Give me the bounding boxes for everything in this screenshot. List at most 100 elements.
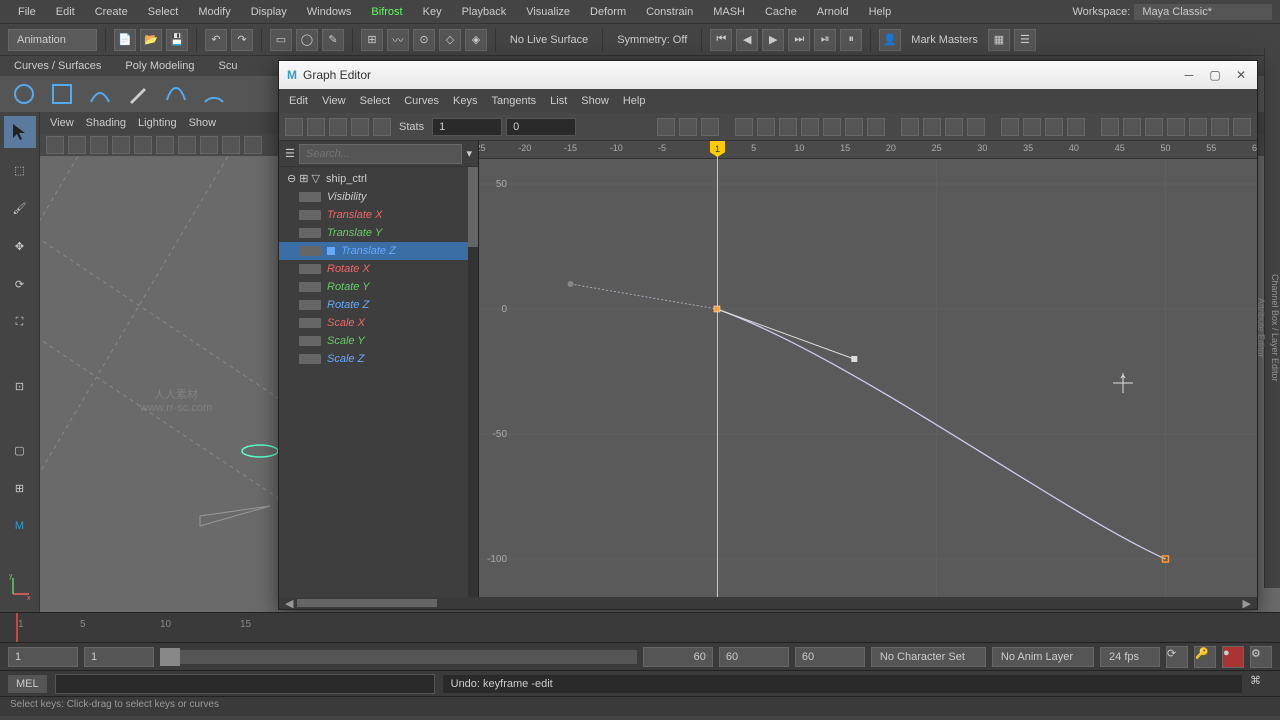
lasso-icon[interactable]: ◯ xyxy=(296,29,318,51)
undo-icon[interactable]: ↶ xyxy=(205,29,227,51)
value-snap-icon[interactable] xyxy=(1211,118,1229,136)
channel-translate-x[interactable]: Translate X xyxy=(279,206,478,224)
menu-cache[interactable]: Cache xyxy=(755,2,807,22)
snap-plane-icon[interactable]: ◇ xyxy=(439,29,461,51)
lock-weight-icon[interactable] xyxy=(967,118,985,136)
time-snap-icon[interactable] xyxy=(1189,118,1207,136)
vp-icon[interactable] xyxy=(222,136,240,154)
select-tool[interactable] xyxy=(4,116,36,148)
menu-windows[interactable]: Windows xyxy=(297,2,362,22)
current-frame-input[interactable] xyxy=(795,647,865,667)
ge-menu-tangents[interactable]: Tangents xyxy=(492,95,537,107)
menu-help[interactable]: Help xyxy=(859,2,902,22)
channel-rotate-x[interactable]: Rotate X xyxy=(279,260,478,278)
menu-edit[interactable]: Edit xyxy=(46,2,85,22)
playback-start-icon[interactable]: ⏮ xyxy=(710,29,732,51)
channel-visibility[interactable]: Visibility xyxy=(279,188,478,206)
ge-menu-view[interactable]: View xyxy=(322,95,346,107)
shelf-arc-icon[interactable] xyxy=(198,78,230,110)
open-scene-icon[interactable]: 📂 xyxy=(140,29,162,51)
stacked-icon[interactable] xyxy=(1067,118,1085,136)
channel-scale-z[interactable]: Scale Z xyxy=(279,350,478,368)
stats-value-input[interactable] xyxy=(506,118,576,136)
free-weight-icon[interactable] xyxy=(945,118,963,136)
menu-visualize[interactable]: Visualize xyxy=(516,2,580,22)
vp-icon[interactable] xyxy=(112,136,130,154)
vp-menu-show[interactable]: Show xyxy=(189,117,217,129)
stats-frame-input[interactable] xyxy=(432,118,502,136)
snap-point-icon[interactable]: ⊙ xyxy=(413,29,435,51)
menu-constrain[interactable]: Constrain xyxy=(636,2,703,22)
channel-scale-y[interactable]: Scale Y xyxy=(279,332,478,350)
menu-select[interactable]: Select xyxy=(138,2,189,22)
graph-ruler[interactable]: -25-20-15-10-5151015202530354045505560 xyxy=(479,141,1257,159)
ge-menu-edit[interactable]: Edit xyxy=(289,95,308,107)
tangent-linear-icon[interactable] xyxy=(779,118,797,136)
vp-icon[interactable] xyxy=(178,136,196,154)
shelf-square-icon[interactable] xyxy=(46,78,78,110)
redo-icon[interactable]: ↷ xyxy=(231,29,253,51)
preinf-icon[interactable] xyxy=(1101,118,1119,136)
move-key-icon[interactable] xyxy=(285,118,303,136)
frame-all-icon[interactable] xyxy=(657,118,675,136)
filter-icon[interactable]: ☰ xyxy=(285,147,295,160)
snap-grid-icon[interactable]: ⊞ xyxy=(361,29,383,51)
tab-channel-box[interactable]: Channel Box / Layer Editor xyxy=(1270,274,1280,382)
shelf-bezier-icon[interactable] xyxy=(160,78,192,110)
vp-menu-lighting[interactable]: Lighting xyxy=(138,117,177,129)
snap-live-icon[interactable]: ◈ xyxy=(465,29,487,51)
tangent-spline-icon[interactable] xyxy=(735,118,753,136)
workspace-dropdown[interactable]: Maya Classic* xyxy=(1134,4,1272,20)
shelf-tab-curves[interactable]: Curves / Surfaces xyxy=(8,58,107,74)
lattice-icon[interactable] xyxy=(329,118,347,136)
scale-tool[interactable]: ⛶ xyxy=(4,306,36,338)
shelf-pencil-icon[interactable] xyxy=(122,78,154,110)
playback-end-input[interactable] xyxy=(643,647,713,667)
channel-scale-x[interactable]: Scale X xyxy=(279,314,478,332)
last-tool[interactable]: ⊡ xyxy=(4,370,36,402)
record-icon[interactable]: ● xyxy=(1222,646,1244,668)
playback-fwd-icon[interactable]: ⏭ xyxy=(788,29,810,51)
insert-key-icon[interactable] xyxy=(307,118,325,136)
denorm-icon[interactable] xyxy=(1045,118,1063,136)
ge-menu-show[interactable]: Show xyxy=(581,95,609,107)
paint-tool[interactable]: 🖌 xyxy=(4,192,36,224)
vp-icon[interactable] xyxy=(244,136,262,154)
script-lang-button[interactable]: MEL xyxy=(8,675,47,693)
shelf-tab-poly[interactable]: Poly Modeling xyxy=(119,58,200,74)
tangent-plateau-icon[interactable] xyxy=(845,118,863,136)
playback-start-input[interactable] xyxy=(84,647,154,667)
open-editor-icon[interactable] xyxy=(1233,118,1251,136)
tangent-clamped-icon[interactable] xyxy=(757,118,775,136)
range-slider[interactable] xyxy=(160,650,637,664)
paint-select-icon[interactable]: ✎ xyxy=(322,29,344,51)
anim-end-input[interactable] xyxy=(719,647,789,667)
command-input[interactable] xyxy=(55,674,435,694)
layout-icon[interactable]: ▦ xyxy=(988,29,1010,51)
tangent-flat-icon[interactable] xyxy=(801,118,819,136)
vp-menu-shading[interactable]: Shading xyxy=(86,117,126,129)
menu-deform[interactable]: Deform xyxy=(580,2,636,22)
unify-tangent-icon[interactable] xyxy=(923,118,941,136)
layout2-icon[interactable]: ☰ xyxy=(1014,29,1036,51)
ge-menu-curves[interactable]: Curves xyxy=(404,95,439,107)
outliner-scrollbar[interactable] xyxy=(468,167,478,597)
menu-file[interactable]: File xyxy=(8,2,46,22)
playback-back-icon[interactable]: ◀ xyxy=(736,29,758,51)
ge-menu-select[interactable]: Select xyxy=(360,95,391,107)
lasso-tool[interactable]: ⬚ xyxy=(4,154,36,186)
menu-display[interactable]: Display xyxy=(241,2,297,22)
normalize-icon[interactable] xyxy=(1023,118,1041,136)
channel-translate-z[interactable]: Translate Z xyxy=(279,242,478,260)
vp-icon[interactable] xyxy=(90,136,108,154)
channel-rotate-z[interactable]: Rotate Z xyxy=(279,296,478,314)
ge-menu-help[interactable]: Help xyxy=(623,95,646,107)
graph-view[interactable]: 500-50-100 -25-20-15-10-5151015202530354… xyxy=(479,141,1257,597)
anim-start-input[interactable] xyxy=(8,647,78,667)
symmetry-label[interactable]: Symmetry: Off xyxy=(611,34,693,46)
shelf-circle-icon[interactable] xyxy=(8,78,40,110)
layout-four-icon[interactable]: ⊞ xyxy=(4,472,36,504)
playback-play-icon[interactable]: ▶ xyxy=(762,29,784,51)
tangent-auto-icon[interactable] xyxy=(867,118,885,136)
rotate-tool[interactable]: ⟳ xyxy=(4,268,36,300)
